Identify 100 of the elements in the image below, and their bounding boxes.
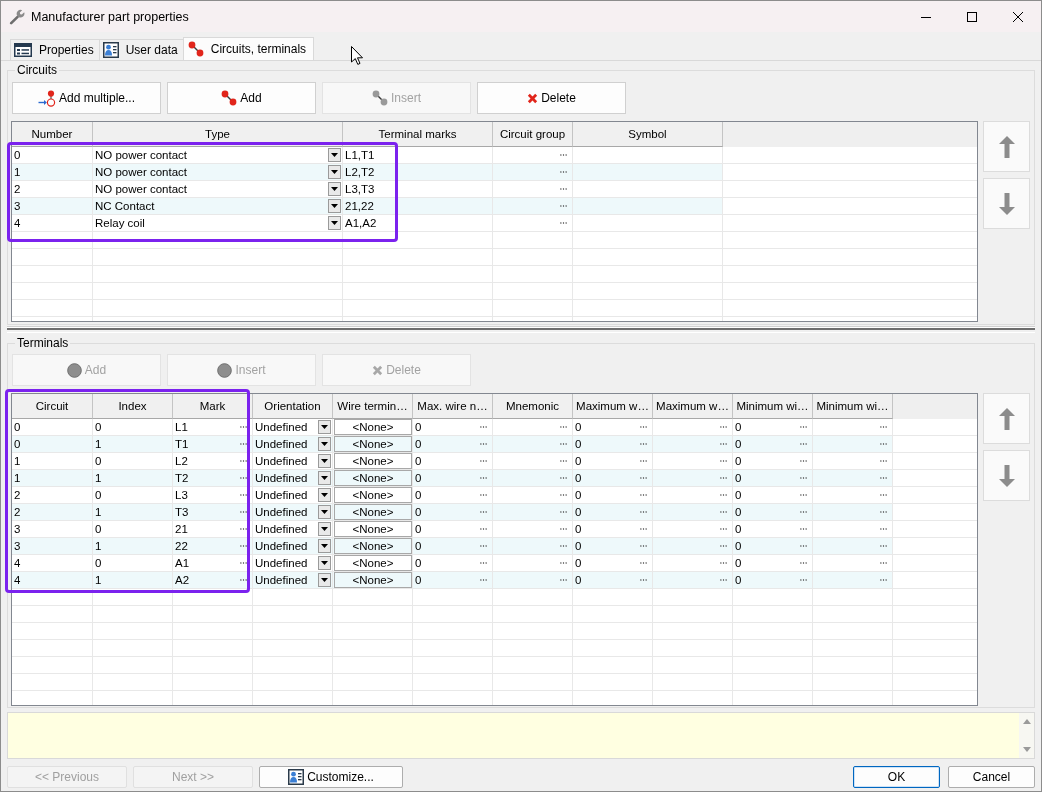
dropdown[interactable]: NC Contact: [93, 198, 343, 214]
cell-value: 0: [735, 471, 743, 486]
tab[interactable]: Circuits, terminals: [182, 37, 315, 60]
dropdown[interactable]: Undefined: [253, 436, 333, 452]
dropdown[interactable]: Undefined: [253, 521, 333, 537]
connected-dots-icon: [221, 90, 238, 106]
cell-value: 0: [575, 573, 583, 588]
description-field[interactable]: [7, 712, 1035, 759]
arrow-down-icon: [998, 464, 1015, 487]
table-cell: 3: [12, 538, 93, 554]
cell-value: 0: [575, 454, 583, 469]
cell-value: 22: [175, 539, 189, 554]
add-button[interactable]: Add: [167, 82, 316, 114]
dropdown[interactable]: Undefined: [253, 419, 333, 435]
mouse-pointer-icon: [351, 46, 363, 65]
cell-value: L2: [175, 454, 189, 469]
dropdown[interactable]: Undefined: [253, 470, 333, 486]
cell-value: 0: [415, 556, 423, 571]
cross-icon: [527, 92, 539, 104]
cell-value: 0: [735, 454, 743, 469]
cell-value: T1: [175, 437, 190, 452]
picker-button[interactable]: <None>: [334, 453, 412, 469]
column-header[interactable]: Minimum wi…: [816, 399, 889, 413]
column-header[interactable]: Max. wire n…: [417, 399, 488, 413]
tab[interactable]: User data: [98, 39, 184, 60]
picker-button[interactable]: <None>: [334, 555, 412, 571]
cell-value: 0: [575, 556, 583, 571]
tab[interactable]: Properties: [10, 39, 100, 60]
cell-value: 0: [415, 454, 423, 469]
column-header[interactable]: Symbol: [628, 127, 667, 141]
column-header[interactable]: Maximum w…: [656, 399, 729, 413]
cell-value: 0: [735, 505, 743, 520]
user-card-icon: [102, 42, 119, 58]
picker-button[interactable]: <None>: [334, 538, 412, 554]
move-up-button[interactable]: [983, 121, 1030, 172]
table-cell: 4: [12, 572, 93, 588]
dropdown[interactable]: Undefined: [253, 555, 333, 571]
dropdown[interactable]: NO power contact: [93, 181, 343, 197]
dropdown[interactable]: Undefined: [253, 538, 333, 554]
circle-icon: [217, 362, 233, 378]
move-down-button[interactable]: [983, 450, 1030, 501]
picker-button[interactable]: <None>: [334, 419, 412, 435]
cell-value: 0: [415, 522, 423, 537]
splitter-bar[interactable]: [7, 326, 1035, 333]
cancel-button[interactable]: Cancel: [948, 766, 1035, 788]
table-cell: 0: [93, 487, 173, 503]
ok-button[interactable]: OK: [853, 766, 940, 788]
cell-value: 0: [575, 488, 583, 503]
column-header[interactable]: Maximum w…: [576, 399, 649, 413]
column-header[interactable]: Mark: [199, 399, 226, 413]
picker-button[interactable]: <None>: [334, 487, 412, 503]
arrow-down-icon: [998, 192, 1015, 215]
dropdown[interactable]: Undefined: [253, 504, 333, 520]
table-cell: 1: [12, 453, 93, 469]
cell-value: A2: [175, 573, 191, 588]
column-header[interactable]: Type: [205, 127, 230, 141]
cell-value: 0: [735, 437, 743, 452]
picker-button[interactable]: <None>: [334, 470, 412, 486]
picker-button[interactable]: <None>: [334, 504, 412, 520]
scroll-up-icon: [1022, 719, 1031, 724]
customize-button[interactable]: Customize...: [259, 766, 403, 788]
cell-value: 0: [575, 522, 583, 537]
column-header[interactable]: Mnemonic: [505, 399, 560, 413]
cell-value: 21: [175, 522, 189, 537]
table-cell: 3: [12, 521, 93, 537]
circle-icon: [66, 362, 82, 378]
table-cell: 4: [12, 555, 93, 571]
delete-button[interactable]: Delete: [477, 82, 626, 114]
column-header[interactable]: Circuit: [35, 399, 69, 413]
column-header[interactable]: Number: [31, 127, 73, 141]
cell-value: 0: [415, 420, 423, 435]
scrollbar[interactable]: [1019, 713, 1034, 758]
column-header[interactable]: Orientation: [264, 399, 321, 413]
wrench-icon: [9, 8, 25, 25]
dropdown[interactable]: NO power contact: [93, 164, 343, 180]
cell-value: 0: [415, 539, 423, 554]
picker-button[interactable]: <None>: [334, 572, 412, 588]
cell-value: 0: [735, 539, 743, 554]
dropdown[interactable]: Undefined: [253, 572, 333, 588]
move-down-button[interactable]: [983, 178, 1030, 229]
arrow-up-icon: [998, 135, 1015, 158]
column-header[interactable]: Terminal marks: [378, 127, 457, 141]
cell-value: 0: [735, 556, 743, 571]
column-header[interactable]: Minimum wi…: [736, 399, 809, 413]
table-cell: 2: [12, 504, 93, 520]
dropdown[interactable]: Undefined: [253, 487, 333, 503]
cell-value: 0: [575, 437, 583, 452]
column-header[interactable]: Circuit group: [499, 127, 566, 141]
arrow-nodes-icon: [37, 89, 56, 107]
dropdown[interactable]: Relay coil: [93, 215, 343, 231]
dropdown[interactable]: NO power contact: [93, 147, 343, 163]
column-header[interactable]: Wire termin…: [337, 399, 408, 413]
picker-button[interactable]: <None>: [334, 436, 412, 452]
column-header[interactable]: Index: [118, 399, 147, 413]
move-up-button[interactable]: [983, 393, 1030, 444]
picker-button[interactable]: <None>: [334, 521, 412, 537]
table-cell: 0: [12, 436, 93, 452]
dropdown[interactable]: Undefined: [253, 453, 333, 469]
add-multiple-button[interactable]: Add multiple...: [12, 82, 161, 114]
cell-value: 0: [415, 437, 423, 452]
